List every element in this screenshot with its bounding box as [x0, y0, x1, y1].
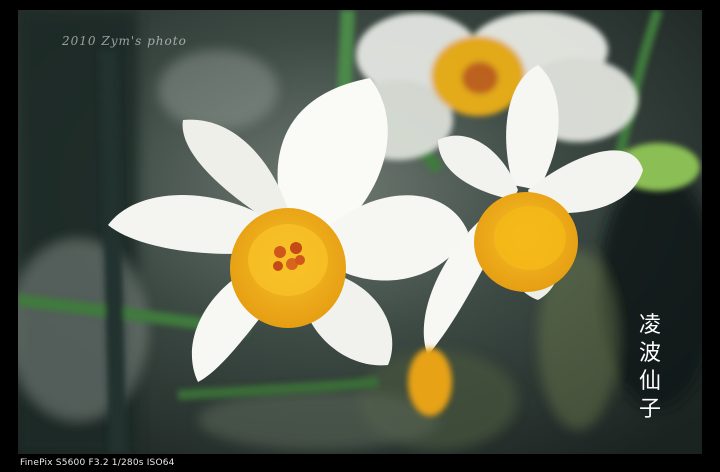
- watermark-text: 2010 Zym's photo: [62, 34, 187, 48]
- exif-caption: FinePix S5600 F3.2 1/280s ISO64: [20, 458, 175, 468]
- photo-frame: 2010 Zym's photo 凌 波 仙 子: [18, 10, 702, 454]
- narcissus-photo: [18, 10, 702, 454]
- title-char: 波: [638, 341, 661, 366]
- title-char: 仙: [638, 369, 661, 394]
- title-char: 子: [638, 397, 661, 422]
- vertical-title: 凌 波 仙 子: [630, 312, 670, 424]
- title-char: 凌: [638, 313, 661, 338]
